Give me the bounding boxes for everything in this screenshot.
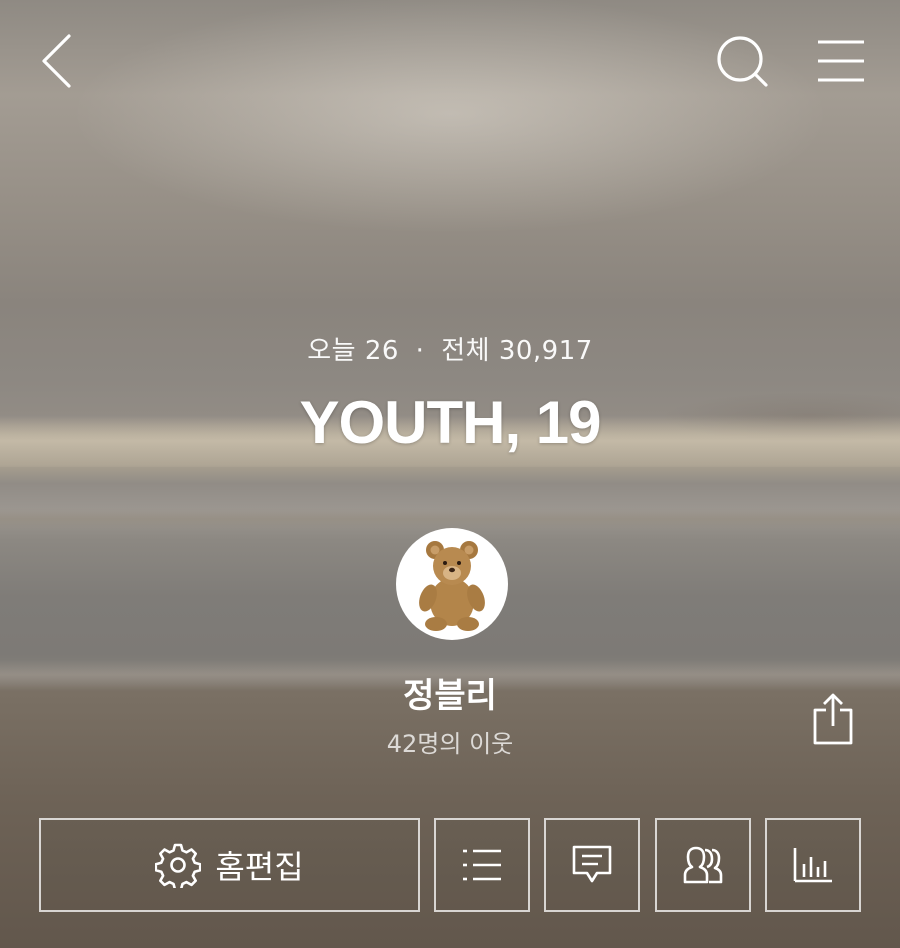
home-edit-button[interactable]: 홈편집 [39, 818, 420, 912]
profile-nickname[interactable]: 정블리 [0, 668, 900, 717]
comment-icon [572, 845, 612, 883]
stats-separator: · [415, 336, 425, 366]
stats-icon [793, 848, 832, 883]
search-button[interactable] [714, 34, 770, 90]
hamburger-menu-icon [818, 40, 864, 82]
neighbor-count[interactable]: 42명의 이웃 [0, 724, 900, 759]
share-button[interactable] [810, 692, 856, 746]
today-count: 26 [364, 336, 399, 366]
chevron-left-icon [42, 34, 71, 88]
neighbors-button[interactable] [655, 818, 751, 912]
comment-button[interactable] [544, 818, 640, 912]
menu-button[interactable] [816, 38, 866, 84]
search-icon [717, 36, 768, 87]
gear-icon [155, 843, 202, 888]
back-button[interactable] [38, 32, 76, 90]
home-edit-label: 홈편집 [215, 848, 304, 886]
total-count: 30,917 [498, 336, 593, 366]
blog-title: YOUTH, 19 [299, 389, 601, 456]
visitor-stats: 오늘 26 · 전체 30,917 [0, 330, 900, 367]
neighbors-icon [683, 846, 723, 884]
today-label: 오늘 [307, 336, 357, 366]
total-label: 전체 [441, 336, 491, 366]
teddy-bear-avatar [398, 530, 506, 638]
post-list-button[interactable] [434, 818, 530, 912]
stats-button[interactable] [765, 818, 861, 912]
profile-avatar[interactable] [396, 528, 508, 640]
share-icon [813, 693, 853, 745]
background-shoreline [0, 508, 900, 530]
post-list-icon [463, 849, 501, 881]
